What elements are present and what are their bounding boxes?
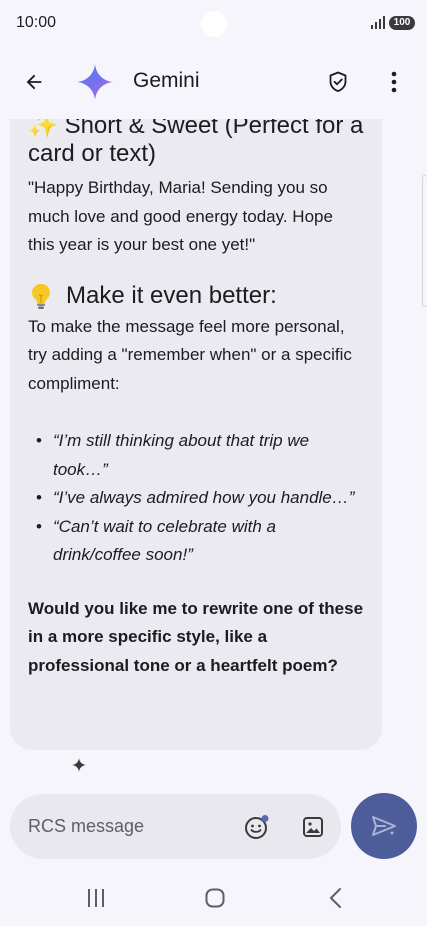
list-item: “I’m still thinking about that trip we t… — [28, 427, 364, 484]
app-bar: Gemini — [0, 52, 427, 112]
heading-short-sweet-text: Short & Sweet (Perfect for a card or tex… — [28, 119, 364, 167]
message-input[interactable] — [28, 794, 228, 859]
back-button[interactable] — [18, 66, 50, 98]
gemini-logo-icon — [77, 64, 113, 100]
closing-question: Would you like me to rewrite one of thes… — [28, 598, 364, 675]
battery-icon: 100 — [389, 16, 415, 30]
send-icon — [372, 816, 396, 836]
sparkles-emoji-icon: ✨ — [28, 119, 58, 139]
more-vert-icon — [391, 71, 397, 93]
verified-shield-button[interactable] — [322, 66, 354, 98]
app-title: Gemini — [133, 69, 200, 92]
message-list[interactable]: ✨ Short & Sweet (Perfect for a card or t… — [0, 119, 427, 779]
heading-make-better-text: Make it even better: — [66, 281, 277, 309]
back-arrow-icon — [26, 74, 42, 90]
heading-short-sweet: ✨ Short & Sweet (Perfect for a card or t… — [28, 119, 364, 168]
signal-icon — [371, 16, 385, 29]
home-icon[interactable] — [203, 886, 227, 910]
shield-check-icon — [329, 71, 347, 92]
message-content: ✨ Short & Sweet (Perfect for a card or t… — [28, 119, 364, 680]
scrollbar-handle[interactable] — [422, 175, 427, 307]
attach-image-button[interactable] — [298, 812, 328, 842]
message-composer — [10, 794, 341, 859]
image-icon — [303, 817, 323, 837]
list-item: “Can’t wait to celebrate with a drink/co… — [28, 513, 364, 570]
more-options-button[interactable] — [378, 66, 410, 98]
status-bar: 10:00 100 — [0, 0, 427, 48]
sparkle-icon — [72, 758, 86, 772]
status-time: 10:00 — [16, 14, 57, 31]
system-nav-bar — [0, 878, 427, 918]
light-bulb-icon — [28, 282, 54, 310]
gemini-message-bubble[interactable]: ✨ Short & Sweet (Perfect for a card or t… — [10, 119, 382, 750]
recents-icon[interactable] — [84, 886, 108, 910]
examples-list: “I’m still thinking about that trip we t… — [28, 427, 364, 570]
send-button[interactable] — [351, 793, 417, 859]
camera-cutout — [201, 11, 227, 37]
emoji-button[interactable] — [242, 812, 272, 842]
list-item: “I’ve always admired how you handle…” — [28, 484, 364, 513]
short-message-text: "Happy Birthday, Maria! Sending you so m… — [28, 178, 333, 254]
emoji-icon — [245, 815, 269, 839]
messages-screen: 10:00 100 Gemini ✨ Short & Sweet (Perfec… — [0, 0, 427, 926]
heading-make-better: Make it even better: — [28, 281, 364, 311]
better-intro-text: To make the message feel more personal, … — [28, 316, 352, 393]
nav-back-icon[interactable] — [324, 886, 348, 910]
